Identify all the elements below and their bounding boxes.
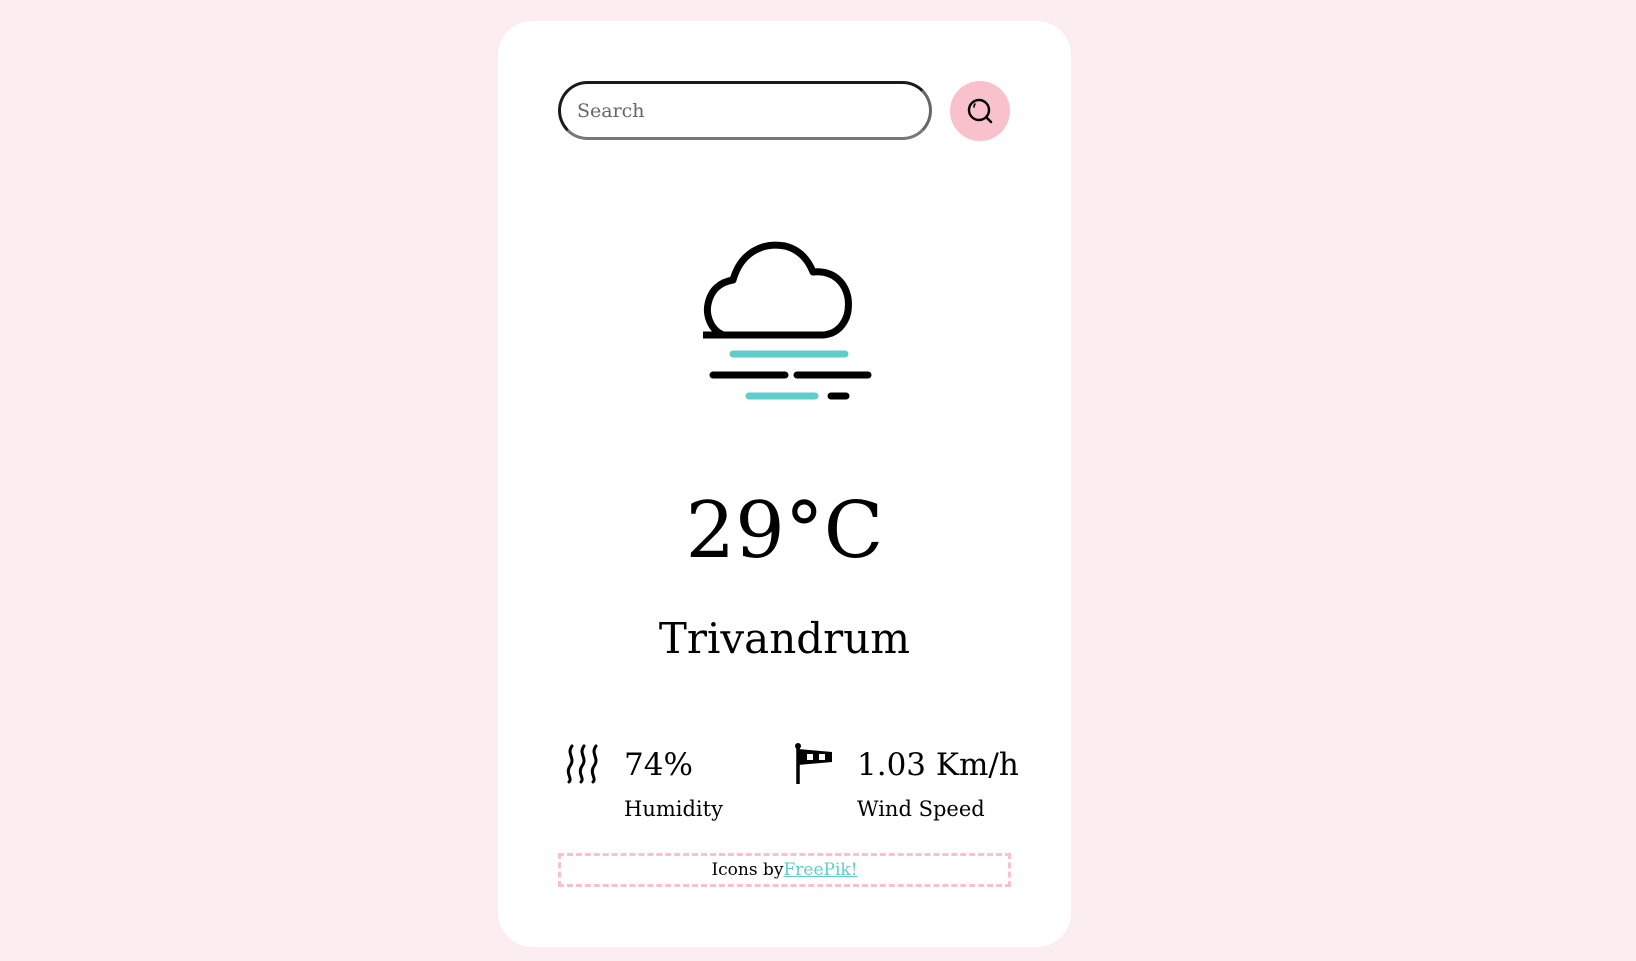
mist-cloud-icon: [703, 241, 872, 400]
wind-speed-label: Wind Speed: [857, 797, 985, 821]
humidity-value: 74%: [624, 747, 693, 783]
humidity-label: Humidity: [624, 797, 723, 821]
weather-card: 29°C Trivandrum 74% Humidity 1.03 Km/h W…: [498, 21, 1071, 947]
humidity-icon: [566, 744, 598, 784]
temperature: 29°C: [685, 486, 884, 576]
windsock-icon: [795, 743, 832, 784]
icon-credit: Icons byFreePik!: [558, 853, 1011, 887]
search-input[interactable]: [558, 81, 932, 140]
search-button[interactable]: [950, 81, 1010, 141]
credit-prefix: Icons by: [711, 860, 784, 880]
freepik-link[interactable]: FreePik!: [783, 860, 857, 880]
search-icon: [967, 98, 993, 124]
city-name: Trivandrum: [658, 614, 911, 663]
wind-speed-value: 1.03 Km/h: [857, 747, 1019, 783]
